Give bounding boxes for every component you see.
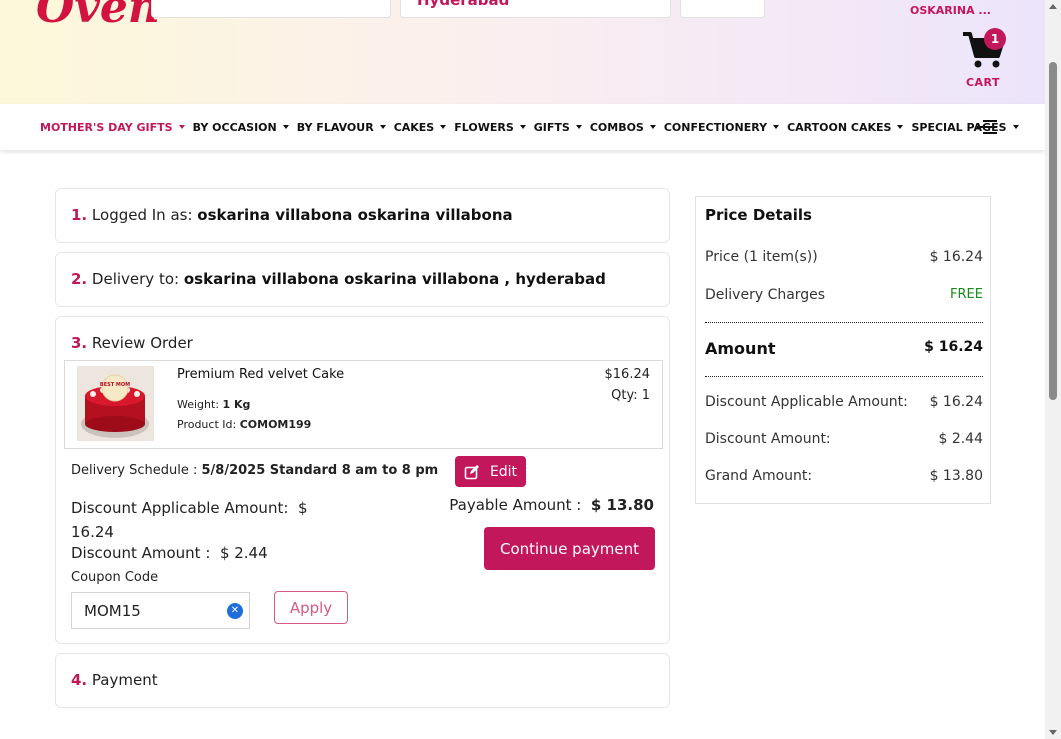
discount-amount-row: Discount Amount: $ 2.44 <box>705 431 983 447</box>
nav-cartoon-cakes[interactable]: CARTOON CAKES <box>787 121 904 134</box>
price-details-panel: Price Details Price (1 item(s)) $ 16.24 D… <box>695 196 991 504</box>
user-account-link[interactable]: OSKARINA ... <box>910 4 991 17</box>
scroll-down-icon[interactable] <box>1049 730 1057 735</box>
step-delivery-title: 2. Delivery to: oskarina villabona oskar… <box>71 270 606 288</box>
divider <box>705 376 983 377</box>
step-review-title: 3. Review Order <box>71 334 193 352</box>
grand-amount-row: Grand Amount: $ 13.80 <box>705 468 983 484</box>
edit-icon <box>464 464 479 479</box>
scroll-thumb[interactable] <box>1049 62 1057 400</box>
caret-down-icon <box>178 125 185 129</box>
delivery-address: oskarina villabona oskarina villabona , … <box>183 270 606 288</box>
discount-amount: Discount Amount : $ 2.44 <box>71 544 268 562</box>
caret-down-icon <box>773 125 780 129</box>
order-item: BEST MOM Premium Red velvet Cake Weight:… <box>64 360 663 449</box>
caret-down-icon <box>575 125 582 129</box>
location-label: Hyderabad <box>417 0 510 9</box>
step-payment-card[interactable]: 4. Payment <box>55 653 670 708</box>
caret-down-icon <box>519 125 526 129</box>
caret-down-icon <box>379 125 386 129</box>
discount-applicable-amount: Discount Applicable Amount: $ 16.24 <box>71 499 308 541</box>
main-nav: MOTHER'S DAY GIFTS BY OCCASION BY FLAVOU… <box>0 104 1045 150</box>
step-login-title: 1. Logged In as: oskarina villabona oska… <box>71 206 513 224</box>
edit-delivery-button[interactable]: Edit <box>455 456 526 487</box>
delivery-charges-row: Delivery Charges FREE <box>705 287 983 303</box>
nav-by-occasion[interactable]: BY OCCASION <box>193 121 289 134</box>
payable-amount: Payable Amount : $ 13.80 <box>449 496 654 514</box>
nav-by-flavour[interactable]: BY FLAVOUR <box>297 121 386 134</box>
continue-payment-button[interactable]: Continue payment <box>484 527 655 570</box>
location-selector[interactable]: Hyderabad <box>400 0 671 18</box>
discount-applicable-row: Discount Applicable Amount: $ 16.24 <box>705 394 983 410</box>
header-select[interactable] <box>680 0 765 18</box>
amount-row: Amount $ 16.24 <box>705 339 983 358</box>
caret-down-icon <box>649 125 656 129</box>
step-review-card: 3. Review Order BEST MOM Premium Red vel… <box>55 316 670 644</box>
page-scrollbar[interactable] <box>1045 0 1061 739</box>
price-details-title: Price Details <box>705 206 812 224</box>
menu-icon[interactable] <box>977 120 997 134</box>
delivery-schedule: Delivery Schedule : 5/8/2025 Standard 8 … <box>71 463 439 478</box>
nav-flowers[interactable]: FLOWERS <box>454 121 526 134</box>
nav-special-pages[interactable]: SPECIAL PAGES <box>911 121 1019 134</box>
caret-down-icon <box>1012 125 1019 129</box>
nav-gifts[interactable]: GIFTS <box>534 121 582 134</box>
coupon-code-label: Coupon Code <box>71 570 159 585</box>
step-delivery-card[interactable]: 2. Delivery to: oskarina villabona oskar… <box>55 252 670 307</box>
product-price: $16.24 <box>604 367 651 382</box>
cart-button[interactable]: 1 CART <box>960 28 1006 90</box>
step-payment-title: 4. Payment <box>71 671 158 689</box>
caret-down-icon <box>897 125 904 129</box>
cart-count-badge: 1 <box>984 28 1006 50</box>
brand-logo[interactable]: Oven <box>36 0 160 33</box>
clear-icon[interactable]: ✕ <box>227 603 243 619</box>
price-row: Price (1 item(s)) $ 16.24 <box>705 249 983 265</box>
product-qty: Qty: 1 <box>611 388 650 403</box>
apply-coupon-button[interactable]: Apply <box>274 591 348 624</box>
nav-mothers-day-gifts[interactable]: MOTHER'S DAY GIFTS <box>40 121 185 134</box>
nav-confectionery[interactable]: CONFECTIONERY <box>664 121 780 134</box>
scroll-up-icon[interactable] <box>1049 4 1057 9</box>
nav-combos[interactable]: COMBOS <box>590 121 656 134</box>
step-login-card[interactable]: 1. Logged In as: oskarina villabona oska… <box>55 188 670 243</box>
divider <box>705 322 983 323</box>
search-input[interactable] <box>151 0 391 18</box>
product-name: Premium Red velvet Cake <box>177 367 345 382</box>
caret-down-icon <box>282 125 289 129</box>
nav-cakes[interactable]: CAKES <box>394 121 447 134</box>
product-image: BEST MOM <box>77 366 154 441</box>
site-header: Oven Hyderabad OSKARINA ... 1 CART <box>0 0 1045 104</box>
product-weight: Weight: 1 Kg <box>177 398 251 411</box>
coupon-code-input[interactable]: MOM15 ✕ <box>71 592 250 629</box>
product-id: Product Id: COMOM199 <box>177 418 312 431</box>
svg-text:BEST MOM: BEST MOM <box>100 382 130 388</box>
caret-down-icon <box>440 125 447 129</box>
cart-label: CART <box>965 76 1001 89</box>
logged-in-user: oskarina villabona oskarina villabona <box>197 206 513 224</box>
